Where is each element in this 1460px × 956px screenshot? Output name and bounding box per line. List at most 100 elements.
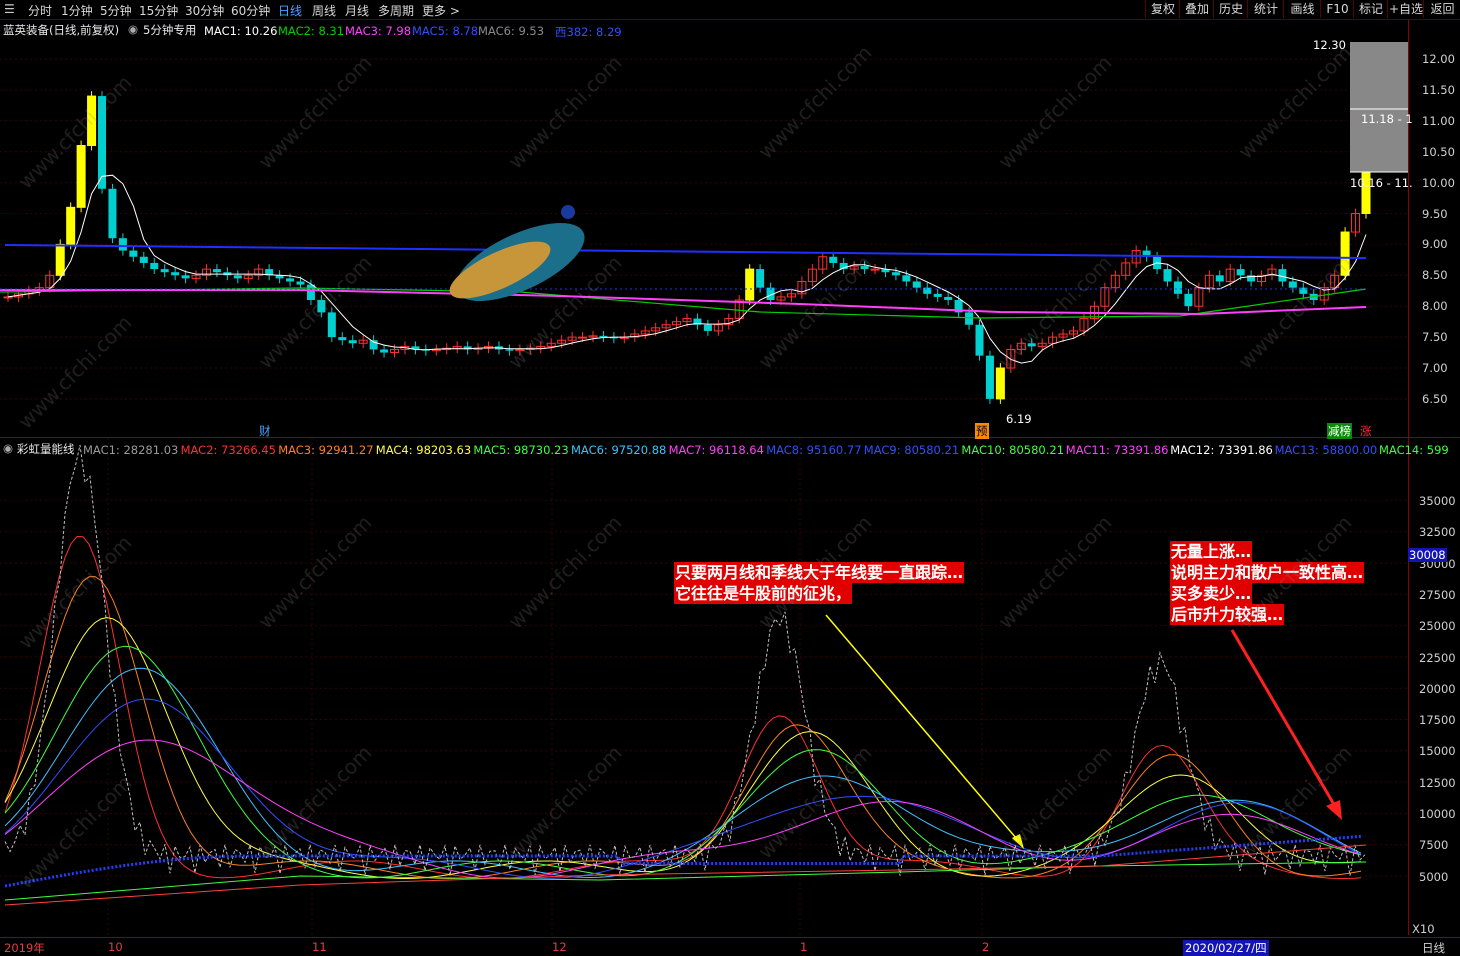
vol-ma-label-6: MAC7: 96118.64 [668,443,764,457]
candle-body [1163,269,1172,282]
vol-ma-label-7: MAC8: 95160.77 [766,443,862,457]
volume-tick: 17500 [1419,713,1456,728]
candle-body [1184,293,1193,307]
price-tick: 10.50 [1422,144,1455,159]
candle-body [139,256,148,263]
candle-body [129,250,138,257]
candle-body [703,324,712,331]
volume-raw-line [4,444,1366,876]
candle-body [1215,275,1224,282]
marker-yu[interactable]: 预 [975,423,989,439]
volume-tick: 12500 [1419,775,1456,790]
candle-body [76,145,86,208]
candle-body [975,324,984,356]
date-label: 2 [982,940,990,954]
volume-tick: 32500 [1419,525,1456,540]
candle-body [756,269,765,288]
min-price-label: 6.19 [1006,412,1032,426]
annotation-left-line-2: 它往往是牛股前的征兆， [674,583,853,604]
candle-body [181,275,190,279]
candle-body [985,355,994,399]
volume-tick: 10000 [1419,807,1456,821]
annotation-arrow-yellow [825,614,1023,846]
candle-body [902,275,911,282]
vol-ma-label-3: MAC4: 98203.63 [375,443,472,457]
price-tick: 9.00 [1422,237,1448,252]
ma-line-magenta [0,289,1367,316]
candle-body [233,275,242,279]
right-axis-line [1408,20,1409,935]
volume-tick: 25000 [1419,619,1456,634]
volume-indicator-icon[interactable]: ◉ [3,441,13,455]
volume-tick: 27500 [1419,587,1456,602]
annotation-right-line-1: 无量上涨… [1170,541,1253,562]
price-tick: 10.00 [1422,175,1455,190]
date-label: 12 [552,940,567,954]
volume-tick: 22500 [1419,650,1456,665]
marker-longhu[interactable]: 减榜 [1327,423,1352,439]
date-label: 10 [108,940,123,954]
panel-separator [0,437,1460,438]
price-tick: 7.00 [1422,361,1448,375]
candle-body [160,269,169,273]
volume-indicator-title[interactable]: 彩虹量能线 [17,441,75,457]
candle-body [1278,269,1287,282]
candle-body [380,349,389,353]
candle-body [66,206,76,245]
low-price-label: 10.16 - 11. [1350,176,1413,190]
marker-zhang[interactable]: 涨 [1360,423,1372,439]
candle-body [118,238,127,251]
candle-body [912,281,921,288]
candle-body [338,337,347,341]
candle-body [171,272,180,276]
date-label: 11 [312,940,327,954]
ma-line-blue [4,244,1367,259]
vol-ma-label-13: MAC14: 599 [1379,443,1449,457]
vol-ma-label-5: MAC6: 97520.88 [571,443,667,457]
vol-ma-label-4: MAC5: 98730.23 [473,443,569,457]
candle-body [212,269,221,273]
volume-current-value: 30008 [1408,548,1447,562]
price-range-box [1350,42,1408,172]
price-tick: 11.00 [1422,113,1455,128]
date-axis: 2019年 10 11 12 1 2 2020/02/27/四 日线 [0,937,1460,956]
ma-line-white [7,174,1367,364]
volume-ma-line-3 [4,645,1362,879]
vol-ma-label-8: MAC9: 80580.21 [863,443,960,457]
vol-ma-label-0: MAC1: 28281.03 [83,443,179,457]
candle-body [55,243,65,276]
candle-body [150,262,159,270]
candle-body [286,278,295,282]
volume-year-line-green [4,861,1367,901]
candle-body [995,367,1005,400]
candle-body [933,293,942,297]
candle-body [1173,281,1182,294]
price-tick: 6.50 [1422,391,1448,406]
price-tick: 11.50 [1422,82,1455,97]
candle-body [348,340,357,344]
volume-tick: 7500 [1419,838,1449,853]
price-tick: 8.50 [1422,268,1448,283]
vol-ma-label-10: MAC11: 73391.86 [1065,443,1169,457]
candle-body [108,188,117,239]
vol-ma-label-2: MAC3: 92941.27 [278,443,374,457]
candle-body [745,268,755,301]
candle-body [578,336,588,339]
vol-ma-label-9: MAC10: 80580.21 [961,443,1065,457]
vol-ma-label-1: MAC2: 73266.45 [180,443,276,457]
marker-cai[interactable]: 财 [259,423,271,439]
candle-body [327,312,336,338]
annotation-arrow-red-head [1326,800,1342,820]
annotation-right-line-3: 买多卖少… [1170,583,1253,604]
candle-body [3,296,13,299]
candle-body [965,312,974,325]
candle-body [829,256,838,263]
candle-body [1288,281,1297,288]
volume-ma-line-2 [4,617,1362,879]
price-tick: 9.50 [1422,206,1448,221]
volume-tick: 15000 [1419,744,1456,759]
price-tick: 12.00 [1422,52,1455,66]
vol-ma-label-12: MAC13: 58800.00 [1274,443,1378,457]
volume-ma-line-4 [4,667,1362,878]
mid-price-label: 11.18 - 1 [1361,112,1413,126]
